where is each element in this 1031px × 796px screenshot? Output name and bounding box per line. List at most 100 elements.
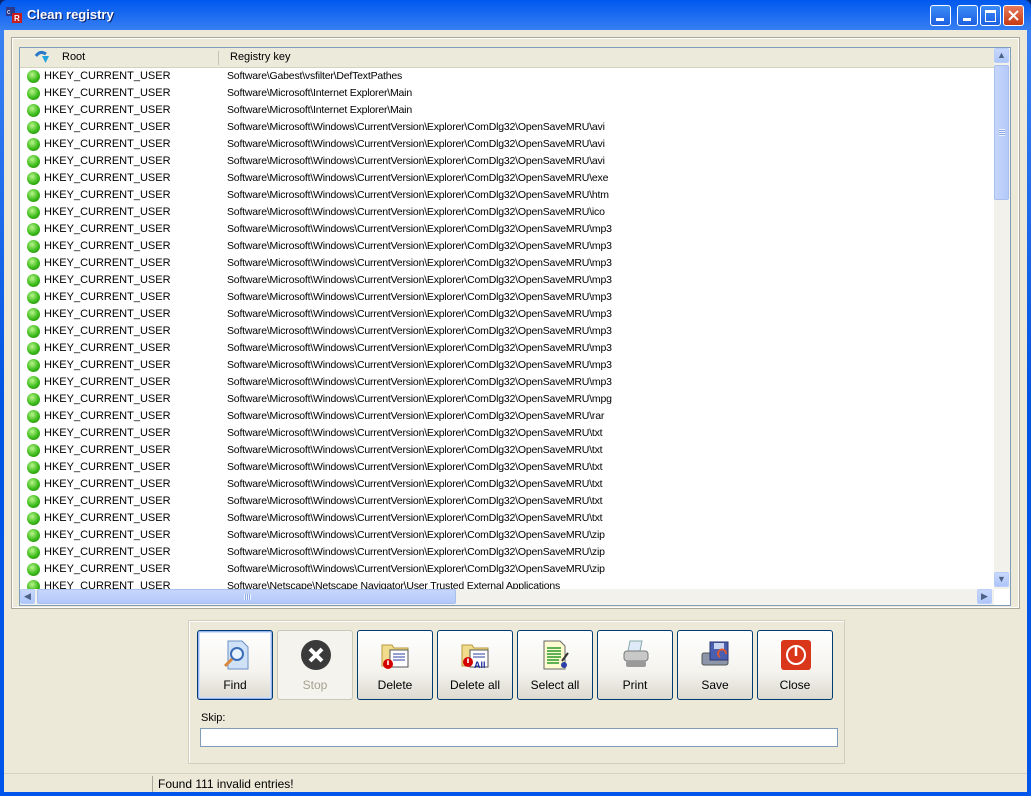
row-registry-key: Software\Microsoft\Windows\CurrentVersio…	[227, 495, 603, 507]
find-button[interactable]: Find	[197, 630, 273, 700]
select-all-button[interactable]: Select all	[517, 630, 593, 700]
delete-label: Delete	[377, 678, 413, 692]
row-registry-key: Software\Microsoft\Windows\CurrentVersio…	[227, 359, 612, 371]
column-divider[interactable]	[218, 51, 219, 65]
row-root: HKEY_CURRENT_USER	[44, 376, 171, 388]
clean-registry-window: c R Clean registry Root Registry key HKE…	[0, 0, 1031, 796]
table-row[interactable]: HKEY_CURRENT_USER Software\Microsoft\Wind…	[20, 289, 994, 306]
minimize-button[interactable]	[930, 5, 951, 26]
table-row[interactable]: HKEY_CURRENT_USER Software\Microsoft\Wind…	[20, 170, 994, 187]
table-row[interactable]: HKEY_CURRENT_USER Software\Microsoft\Wind…	[20, 459, 994, 476]
client-area: Root Registry key HKEY_CURRENT_USER Softw…	[4, 30, 1027, 792]
vertical-scrollbar[interactable]: ▲ ▼	[994, 48, 1010, 589]
table-row[interactable]: HKEY_CURRENT_USER Software\Gabest\vsfilte…	[20, 68, 994, 85]
horizontal-scroll-thumb[interactable]	[37, 589, 456, 604]
table-row[interactable]: HKEY_CURRENT_USER Software\Microsoft\Wind…	[20, 561, 994, 578]
minimize-to-tray-button[interactable]	[957, 5, 978, 26]
table-row[interactable]: HKEY_CURRENT_USER Software\Microsoft\Wind…	[20, 136, 994, 153]
column-header-root[interactable]: Root	[62, 48, 85, 67]
table-row[interactable]: HKEY_CURRENT_USER Software\Microsoft\Wind…	[20, 493, 994, 510]
horizontal-scrollbar[interactable]: ◀ ▶	[20, 589, 994, 605]
table-row[interactable]: HKEY_CURRENT_USER Software\Microsoft\Wind…	[20, 408, 994, 425]
registry-list[interactable]: Root Registry key HKEY_CURRENT_USER Softw…	[19, 47, 1011, 606]
print-button[interactable]: Print	[597, 630, 673, 700]
table-row[interactable]: HKEY_CURRENT_USER Software\Microsoft\Wind…	[20, 391, 994, 408]
sort-arrow-icon[interactable]	[34, 50, 50, 65]
maximize-icon	[985, 10, 996, 22]
table-row[interactable]: HKEY_CURRENT_USER Software\Microsoft\Wind…	[20, 425, 994, 442]
row-root: HKEY_CURRENT_USER	[44, 87, 171, 99]
table-row[interactable]: HKEY_CURRENT_USER Software\Microsoft\Wind…	[20, 544, 994, 561]
valid-entry-green-dot-icon	[27, 563, 40, 576]
row-root: HKEY_CURRENT_USER	[44, 155, 171, 167]
table-row[interactable]: HKEY_CURRENT_USER Software\Microsoft\Wind…	[20, 306, 994, 323]
table-row[interactable]: HKEY_CURRENT_USER Software\Microsoft\Wind…	[20, 510, 994, 527]
table-row[interactable]: HKEY_CURRENT_USER Software\Microsoft\Wind…	[20, 357, 994, 374]
table-row[interactable]: HKEY_CURRENT_USER Software\Microsoft\Wind…	[20, 221, 994, 238]
delete-all-button[interactable]: All Delete all	[437, 630, 513, 700]
power-icon	[781, 640, 811, 670]
stop-button[interactable]: Stop	[277, 630, 353, 700]
registry-cleaner-app-icon: c R	[6, 7, 22, 23]
table-row[interactable]: HKEY_CURRENT_USER Software\Microsoft\Wind…	[20, 527, 994, 544]
row-root: HKEY_CURRENT_USER	[44, 223, 171, 235]
table-row[interactable]: HKEY_CURRENT_USER Software\Microsoft\Wind…	[20, 153, 994, 170]
valid-entry-green-dot-icon	[27, 359, 40, 372]
stop-label: Stop	[302, 678, 328, 692]
row-registry-key: Software\Microsoft\Windows\CurrentVersio…	[227, 240, 612, 252]
table-row[interactable]: HKEY_CURRENT_USER Software\Microsoft\Wind…	[20, 323, 994, 340]
table-row[interactable]: HKEY_CURRENT_USER Software\Microsoft\Wind…	[20, 272, 994, 289]
svg-text:R: R	[14, 14, 20, 23]
vertical-scroll-thumb[interactable]	[994, 65, 1009, 200]
scroll-right-button[interactable]: ▶	[977, 589, 992, 604]
valid-entry-green-dot-icon	[27, 206, 40, 219]
maximize-button[interactable]	[980, 5, 1001, 26]
scroll-up-button[interactable]: ▲	[994, 48, 1009, 63]
valid-entry-green-dot-icon	[27, 240, 40, 253]
row-root: HKEY_CURRENT_USER	[44, 427, 171, 439]
table-row[interactable]: HKEY_CURRENT_USER Software\Microsoft\Wind…	[20, 255, 994, 272]
scroll-left-button[interactable]: ◀	[20, 589, 35, 604]
save-button[interactable]: Save	[677, 630, 753, 700]
action-panel: Find Stop Delete All Delete all Select a…	[188, 620, 845, 764]
table-row[interactable]: HKEY_CURRENT_USER Software\Microsoft\Inte…	[20, 102, 994, 119]
valid-entry-green-dot-icon	[27, 512, 40, 525]
table-row[interactable]: HKEY_CURRENT_USER Software\Microsoft\Wind…	[20, 187, 994, 204]
row-registry-key: Software\Microsoft\Windows\CurrentVersio…	[227, 393, 612, 405]
table-row[interactable]: HKEY_CURRENT_USER Software\Microsoft\Wind…	[20, 204, 994, 221]
table-row[interactable]: HKEY_CURRENT_USER Software\Microsoft\Wind…	[20, 340, 994, 357]
row-registry-key: Software\Microsoft\Windows\CurrentVersio…	[227, 257, 612, 269]
row-root: HKEY_CURRENT_USER	[44, 529, 171, 541]
table-row[interactable]: HKEY_CURRENT_USER Software\Microsoft\Inte…	[20, 85, 994, 102]
status-bar: Found 111 invalid entries!	[4, 773, 1027, 793]
table-row[interactable]: HKEY_CURRENT_USER Software\Microsoft\Wind…	[20, 374, 994, 391]
skip-input[interactable]	[200, 728, 838, 747]
delete-all-folder-icon: All	[461, 644, 489, 670]
row-registry-key: Software\Microsoft\Windows\CurrentVersio…	[227, 427, 603, 439]
table-row[interactable]: HKEY_CURRENT_USER Software\Microsoft\Wind…	[20, 476, 994, 493]
row-root: HKEY_CURRENT_USER	[44, 410, 171, 422]
chevron-down-icon: ▼	[997, 574, 1006, 584]
valid-entry-green-dot-icon	[27, 291, 40, 304]
row-registry-key: Software\Microsoft\Windows\CurrentVersio…	[227, 206, 605, 218]
close-label: Close	[779, 678, 811, 692]
delete-button[interactable]: Delete	[357, 630, 433, 700]
row-root: HKEY_CURRENT_USER	[44, 138, 171, 150]
valid-entry-green-dot-icon	[27, 104, 40, 117]
row-root: HKEY_CURRENT_USER	[44, 461, 171, 473]
scroll-down-button[interactable]: ▼	[994, 572, 1009, 587]
title-bar[interactable]: c R Clean registry	[0, 0, 1031, 30]
valid-entry-green-dot-icon	[27, 87, 40, 100]
table-row[interactable]: HKEY_CURRENT_USER Software\Microsoft\Wind…	[20, 238, 994, 255]
row-root: HKEY_CURRENT_USER	[44, 274, 171, 286]
chevron-right-icon: ▶	[981, 591, 988, 601]
column-header-registry-key[interactable]: Registry key	[230, 48, 291, 67]
valid-entry-green-dot-icon	[27, 274, 40, 287]
close-button[interactable]: Close	[757, 630, 833, 700]
table-row[interactable]: HKEY_CURRENT_USER Software\Microsoft\Wind…	[20, 119, 994, 136]
row-registry-key: Software\Microsoft\Windows\CurrentVersio…	[227, 223, 612, 235]
select-all-label: Select all	[530, 678, 580, 692]
row-registry-key: Software\Microsoft\Windows\CurrentVersio…	[227, 121, 605, 133]
table-row[interactable]: HKEY_CURRENT_USER Software\Microsoft\Wind…	[20, 442, 994, 459]
close-window-button[interactable]	[1003, 5, 1024, 26]
